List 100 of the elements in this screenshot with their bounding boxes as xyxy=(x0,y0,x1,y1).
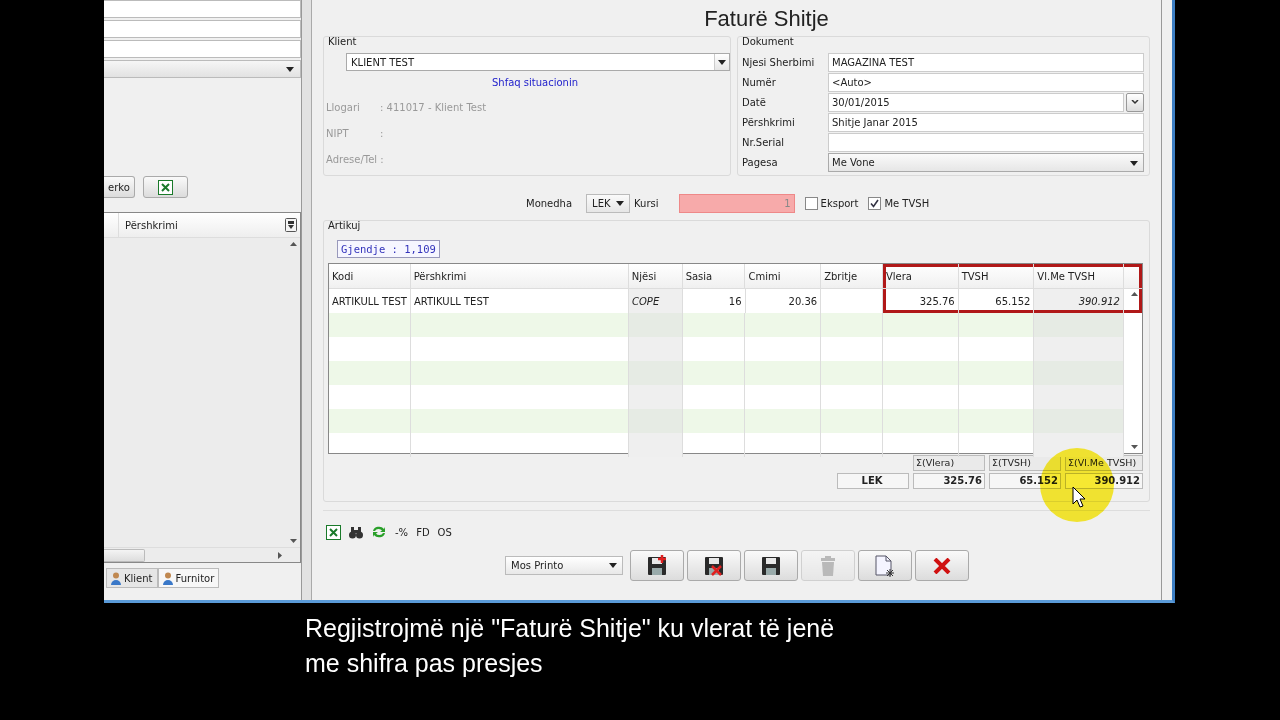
scroll-down-icon[interactable] xyxy=(289,539,297,543)
group-label: Artikuj xyxy=(328,220,361,231)
caret-icon xyxy=(609,563,617,568)
column-header[interactable]: Vlera xyxy=(882,264,959,288)
table-cell xyxy=(628,433,683,457)
total-label: Σ(Vlera) xyxy=(913,455,985,471)
user-icon xyxy=(111,571,121,585)
binoculars-icon[interactable] xyxy=(349,525,363,539)
table-cell xyxy=(628,313,683,337)
scroll-up-icon[interactable] xyxy=(289,242,297,246)
input-field[interactable]: MAGAZINA TEST xyxy=(828,52,1144,72)
table-cell xyxy=(628,385,683,409)
caret-icon xyxy=(286,66,294,72)
group-label: Dokument xyxy=(742,36,794,47)
column-header[interactable]: Përshkrimi xyxy=(410,264,629,288)
toolbar-text[interactable]: FD xyxy=(416,526,430,538)
table-cell xyxy=(628,337,683,361)
column-header[interactable]: Cmimi xyxy=(745,264,822,288)
field-label: Pagesa xyxy=(742,156,779,168)
save-new-button[interactable] xyxy=(630,550,684,581)
scroll-right-icon[interactable] xyxy=(278,551,282,559)
checkbox[interactable] xyxy=(804,196,818,210)
caret-icon xyxy=(616,200,625,206)
save-new-icon xyxy=(646,554,668,577)
scrollbar-thumb[interactable] xyxy=(104,548,145,562)
checkbox[interactable] xyxy=(868,196,882,210)
caret-icon xyxy=(718,59,726,65)
column-header[interactable]: Vl.Me TVSH xyxy=(1034,264,1124,288)
table-cell xyxy=(821,361,883,385)
scroll-down-icon[interactable] xyxy=(1130,445,1138,449)
subtitle-line: Regjistrojmë një "Faturë Shitje" ku vlerat të jenë xyxy=(305,613,836,644)
rate-label: Kursi xyxy=(634,197,659,209)
field-label: Nr.Serial xyxy=(742,136,786,148)
info-value: : xyxy=(380,128,384,140)
total-currency: LEK xyxy=(837,473,909,489)
close-icon xyxy=(933,557,951,574)
field-label: Përshkrimi xyxy=(742,116,796,128)
new-doc-button[interactable] xyxy=(858,550,912,581)
search-button[interactable]: erko xyxy=(104,176,135,198)
save-delete-button[interactable] xyxy=(687,550,741,581)
toolbar-text[interactable]: -% xyxy=(395,526,409,538)
save-delete-icon xyxy=(703,554,725,577)
input-field[interactable] xyxy=(104,20,301,38)
total-value: 325.76 xyxy=(913,473,985,489)
highlight-frame-edge xyxy=(1124,264,1142,288)
user-icon xyxy=(162,571,173,585)
input-field[interactable] xyxy=(828,132,1144,152)
column-header[interactable]: Kodi xyxy=(329,264,411,288)
export-button[interactable] xyxy=(143,176,188,198)
save-button[interactable] xyxy=(744,550,798,581)
checkbox-label: Me TVSH xyxy=(884,197,930,209)
field-label: Numër xyxy=(742,76,777,88)
column-header[interactable]: Njësi xyxy=(628,264,683,288)
dropdown[interactable]: Me Vone xyxy=(828,152,1144,172)
client-combobox[interactable]: KLIENT TEST xyxy=(346,53,730,71)
info-label: Adrese/Tel : xyxy=(326,154,384,166)
column-header[interactable]: Sasia xyxy=(682,264,746,288)
column-header[interactable]: TVSH xyxy=(958,264,1035,288)
date-field[interactable]: 30/01/2015 xyxy=(828,92,1124,112)
chevron-icon xyxy=(1131,99,1139,105)
close-button[interactable] xyxy=(915,550,969,581)
table-cell: 390.912 xyxy=(1034,289,1124,313)
show-status-link[interactable]: Shfaq situacionin xyxy=(491,77,579,88)
stock-label: Gjendje : 1,109 xyxy=(337,240,440,258)
excel-icon[interactable] xyxy=(158,179,173,195)
info-value: : 411017 - Klient Test xyxy=(380,102,487,114)
table-cell xyxy=(821,313,883,337)
refresh-icon[interactable] xyxy=(371,524,387,540)
highlight-frame-edge xyxy=(1124,289,1142,313)
excel-icon[interactable] xyxy=(326,524,341,540)
cursor-icon xyxy=(1072,486,1086,508)
currency-dropdown[interactable]: LEK xyxy=(586,193,631,213)
table-cell xyxy=(821,409,883,433)
column-chooser-icon[interactable] xyxy=(285,218,297,232)
checkbox-label: Eksport xyxy=(820,197,859,209)
table-cell: COPE xyxy=(629,289,683,313)
input-field[interactable]: <Auto> xyxy=(828,72,1144,92)
caret-icon xyxy=(1130,160,1138,166)
input-field[interactable] xyxy=(104,40,301,58)
table-cell xyxy=(628,361,683,385)
currency-label: Monedha xyxy=(526,197,573,209)
trash-icon xyxy=(820,555,836,576)
tab[interactable]: Furnitor xyxy=(157,568,220,588)
field-label: Njesi Sherbimi xyxy=(742,56,816,68)
input-field[interactable] xyxy=(104,0,301,18)
table-cell: 325.76 xyxy=(883,289,959,313)
subtitle-line: me shifra pas presjes xyxy=(305,648,544,679)
save-icon xyxy=(760,554,782,577)
column-header[interactable]: Zbritje xyxy=(821,264,883,288)
window-title: Faturë Shitje xyxy=(704,6,829,32)
tab[interactable]: Klient xyxy=(106,568,158,588)
new-document-icon xyxy=(875,554,895,577)
toolbar-text[interactable]: OS xyxy=(437,526,452,538)
print-dropdown[interactable]: Mos Printo xyxy=(505,556,623,575)
group-label: Klient xyxy=(328,36,357,47)
info-label: Llogari xyxy=(326,102,361,114)
date-picker-button[interactable] xyxy=(1126,92,1144,112)
info-label: NIPT xyxy=(326,128,350,140)
scroll-up-icon[interactable] xyxy=(1130,292,1138,296)
input-field[interactable]: Shitje Janar 2015 xyxy=(828,112,1144,132)
